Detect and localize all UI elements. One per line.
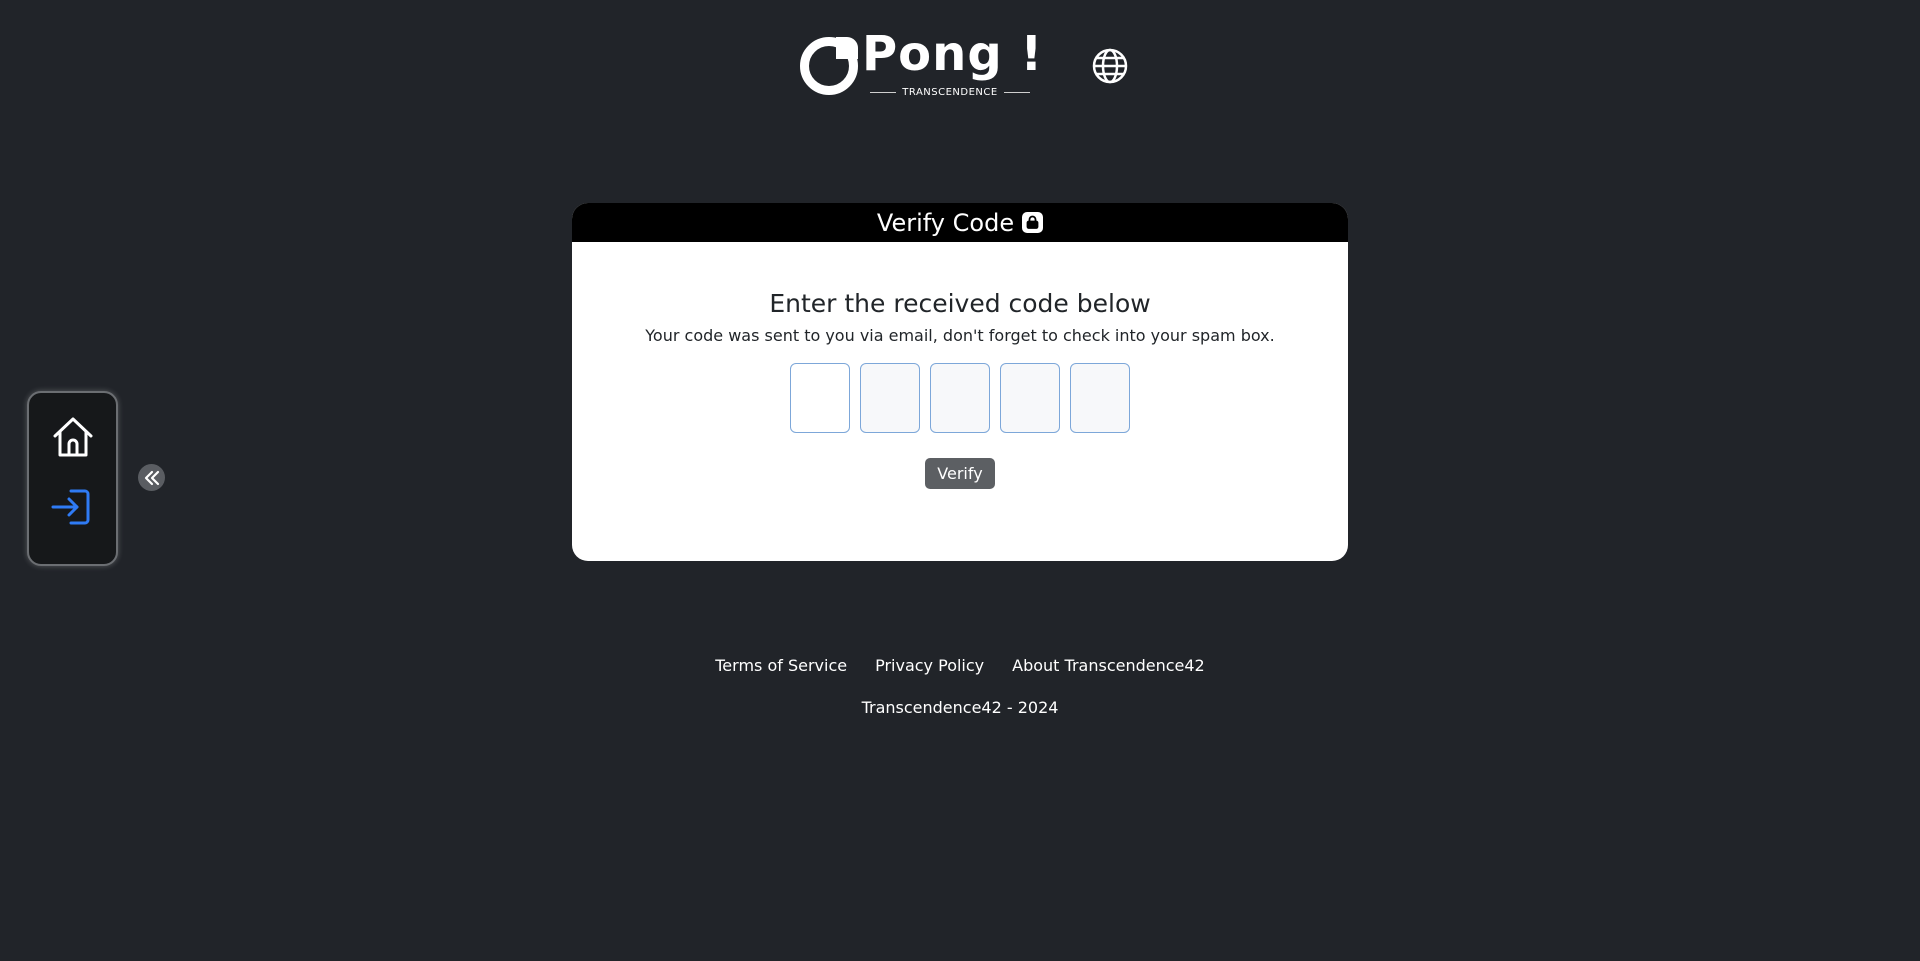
code-input-row xyxy=(572,363,1348,433)
card-description: Your code was sent to you via email, don… xyxy=(645,326,1275,345)
code-input-1[interactable] xyxy=(790,363,850,433)
card-title: Verify Code xyxy=(876,208,1015,237)
code-input-4[interactable] xyxy=(1000,363,1060,433)
terms-of-service-link[interactable]: Terms of Service xyxy=(715,656,847,675)
logo-text: Pong ! xyxy=(862,26,1044,82)
privacy-policy-link[interactable]: Privacy Policy xyxy=(875,656,984,675)
logo-subtitle-text: TRANSCENDENCE xyxy=(902,87,998,98)
logo-subtitle: TRANSCENDENCE xyxy=(870,87,1030,98)
collapse-sidebar-button[interactable] xyxy=(138,464,165,491)
login-icon[interactable] xyxy=(49,483,97,531)
footer-links: Terms of Service Privacy Policy About Tr… xyxy=(0,656,1920,675)
home-icon[interactable] xyxy=(49,413,97,461)
header: Pong ! TRANSCENDENCE xyxy=(0,0,1920,110)
verify-card: Verify Code Enter the received code belo… xyxy=(572,203,1348,561)
double-chevron-left-icon xyxy=(144,470,159,485)
verify-button[interactable]: Verify xyxy=(925,458,995,489)
about-link[interactable]: About Transcendence42 xyxy=(1012,656,1205,675)
logo[interactable]: Pong ! TRANSCENDENCE xyxy=(800,26,1042,102)
card-header: Verify Code xyxy=(572,203,1348,242)
sidebar-nav xyxy=(27,391,118,566)
lock-icon xyxy=(1022,212,1044,233)
logo-ring xyxy=(800,37,858,95)
globe-icon[interactable] xyxy=(1091,47,1129,85)
code-input-3[interactable] xyxy=(930,363,990,433)
code-input-2[interactable] xyxy=(860,363,920,433)
card-body: Enter the received code below Your code … xyxy=(572,289,1348,489)
card-heading: Enter the received code below xyxy=(769,289,1151,318)
footer-copyright: Transcendence42 - 2024 xyxy=(861,698,1059,717)
code-input-5[interactable] xyxy=(1070,363,1130,433)
